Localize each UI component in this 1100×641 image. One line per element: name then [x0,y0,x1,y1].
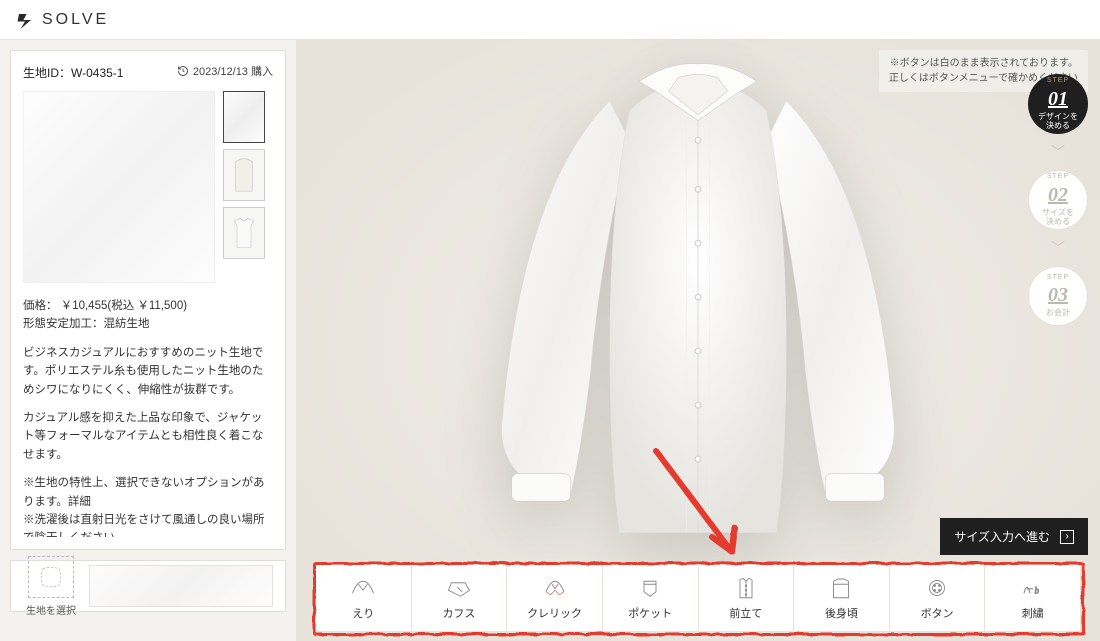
option-button[interactable]: ボタン [890,565,986,631]
step-2[interactable]: STEP 02 サイズを 決める [1028,170,1088,230]
brand-name: SOLVE [42,11,109,29]
chevron-right-icon: › [1060,530,1074,544]
thumb-shirt-flat[interactable] [223,207,265,259]
fabric-panel: 生地ID：W-0435-1 2023/12/13 購入 価格： ￥10,455(… [10,50,286,550]
shirt-preview[interactable] [458,52,938,562]
thumb-shirt-worn[interactable] [223,149,265,201]
configurator-stage: ※ボタンは白のまま表示されております。正しくはボタンメニューで確かめください S… [296,40,1100,641]
step-1[interactable]: STEP 01 デザインを 決める [1028,74,1088,134]
fabric-id: 生地ID：W-0435-1 [23,64,123,81]
option-embroidery[interactable]: b 刺繍 [985,565,1080,631]
fabric-picker-label: 生地を選択 [26,602,76,617]
option-cleric[interactable]: クレリック [507,565,603,631]
top-bar: SOLVE [0,0,1100,40]
option-back[interactable]: 後身頃 [794,565,890,631]
fabric-picker-chip-icon [28,556,74,598]
option-pocket[interactable]: ポケット [603,565,699,631]
option-collar[interactable]: えり [316,565,412,631]
fabric-picker-strip[interactable] [89,565,273,607]
step-indicator: STEP 01 デザインを 決める ﹀ STEP 02 サイズを 決める ﹀ S… [1028,74,1088,326]
option-cuffs[interactable]: カフス [412,565,508,631]
fabric-purchase-date: 2023/12/13 購入 [177,63,273,79]
thumb-fabric[interactable] [223,91,265,143]
fabric-swatch-main[interactable] [23,91,215,283]
logo-icon [16,11,34,29]
proceed-to-size-button[interactable]: サイズ入力へ進む › [940,518,1088,555]
option-placket[interactable]: 前立て [699,565,795,631]
chevron-down-icon: ﹀ [1051,142,1065,162]
brand-logo[interactable]: SOLVE [16,11,109,29]
step-3[interactable]: STEP 03 お会計 [1028,266,1088,326]
chevron-down-icon: ﹀ [1051,238,1065,258]
svg-text:b: b [1034,585,1039,595]
history-icon [177,65,189,77]
left-sidebar: 生地ID：W-0435-1 2023/12/13 購入 価格： ￥10,455(… [0,40,296,641]
design-option-bar: えり カフス クレリック ポケット 前立て 後身頃 [316,565,1080,631]
fabric-picker[interactable]: 生地を選択 [10,560,286,612]
fabric-info: 価格： ￥10,455(税込 ￥11,500)形態安定加工：混紡生地 ビジネスカ… [23,297,273,537]
